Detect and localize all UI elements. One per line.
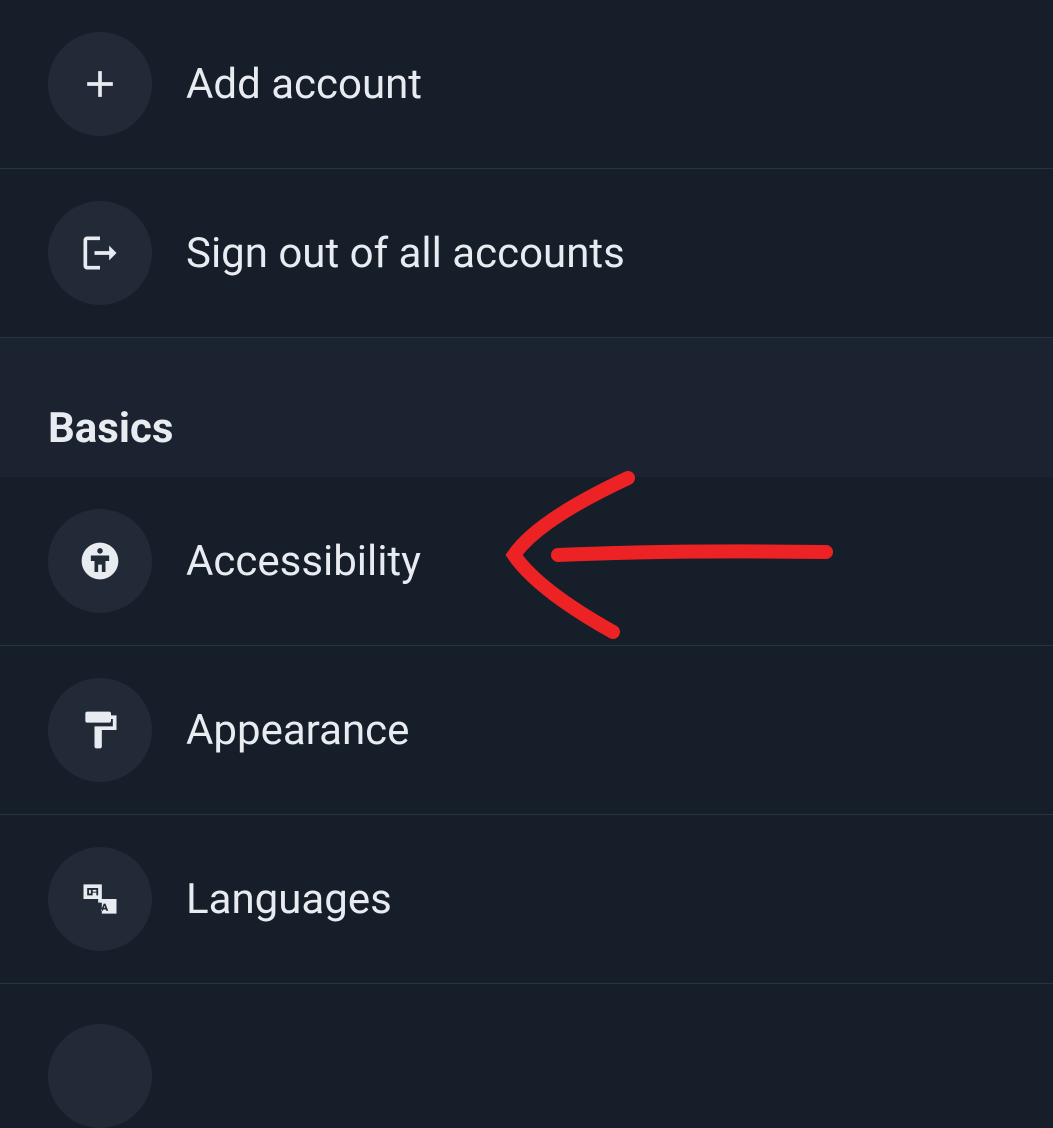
- sign-out-icon: [48, 201, 152, 305]
- add-account-label: Add account: [186, 60, 422, 109]
- partial-icon: [48, 1024, 152, 1128]
- accessibility-item[interactable]: Accessibility: [0, 477, 1053, 646]
- basics-header: Basics: [0, 404, 1053, 477]
- accessibility-icon: [48, 509, 152, 613]
- add-account-item[interactable]: Add account: [0, 0, 1053, 169]
- sign-out-item[interactable]: Sign out of all accounts: [0, 169, 1053, 338]
- languages-item[interactable]: Languages: [0, 815, 1053, 984]
- appearance-label: Appearance: [186, 706, 409, 755]
- paint-roller-icon: [48, 678, 152, 782]
- basics-title: Basics: [48, 404, 1005, 453]
- accessibility-label: Accessibility: [186, 537, 421, 586]
- partial-item[interactable]: [0, 984, 1053, 1128]
- sign-out-label: Sign out of all accounts: [186, 229, 625, 278]
- settings-list: Add account Sign out of all accounts Bas…: [0, 0, 1053, 1128]
- appearance-item[interactable]: Appearance: [0, 646, 1053, 815]
- languages-label: Languages: [186, 875, 392, 924]
- section-spacer: [0, 338, 1053, 404]
- plus-icon: [48, 32, 152, 136]
- languages-icon: [48, 847, 152, 951]
